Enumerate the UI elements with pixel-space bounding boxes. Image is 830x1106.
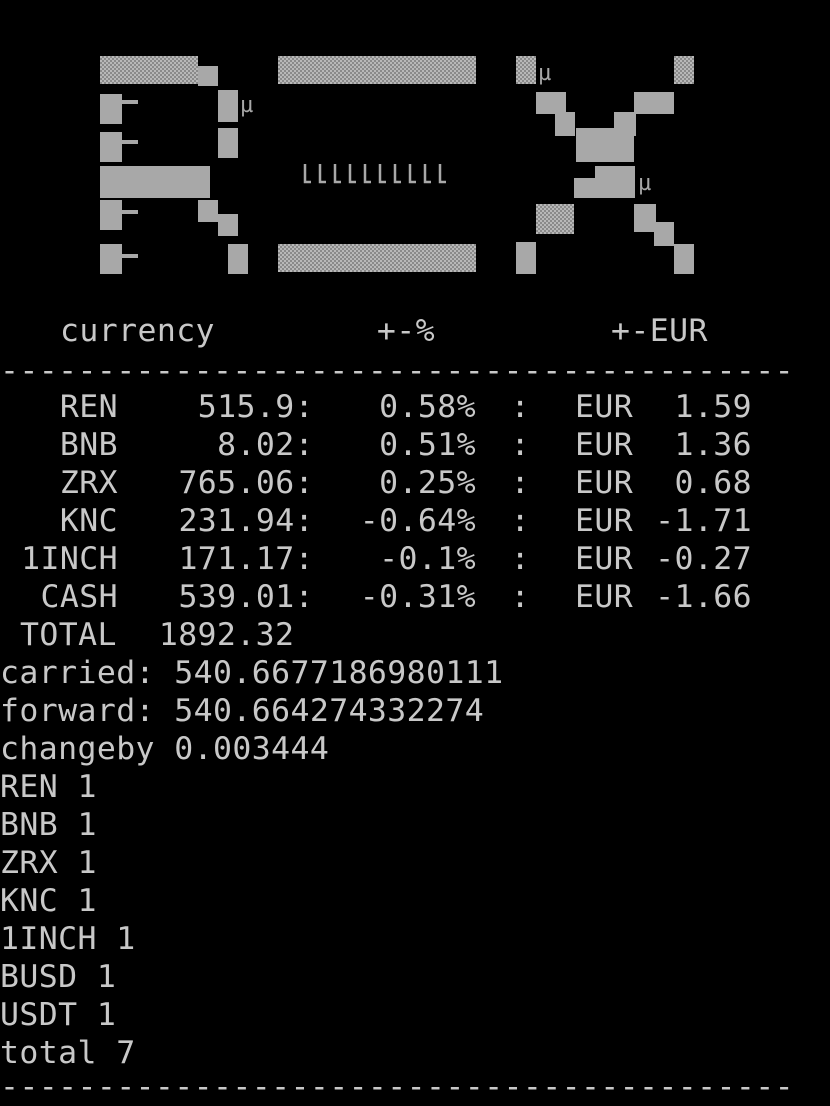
log-line: changeby 0.003444 xyxy=(0,731,330,767)
eur-currency-label: EUR xyxy=(575,427,634,463)
table-row: REN 515.9: 0.58%: EUR 1.59 xyxy=(0,388,830,426)
log-line: carried: 540.6677186980111 xyxy=(0,655,504,691)
percent-change: -0.64% xyxy=(359,503,476,539)
currency-amount: 539.01: xyxy=(178,579,314,615)
currency-symbol: 1INCH xyxy=(21,541,118,577)
percent-change: -0.31% xyxy=(359,579,476,615)
svg-text:µ: µ xyxy=(240,93,253,118)
total-row: TOTAL 1892.32 xyxy=(0,616,294,654)
eur-change: -0.27 xyxy=(655,541,752,577)
percent-change: 0.58% xyxy=(379,389,476,425)
separator-line-bottom: ----------------------------------------… xyxy=(0,1069,794,1105)
currency-amount: 515.9: xyxy=(197,389,314,425)
log-line: BNB 1 xyxy=(0,807,97,843)
eur-change: -1.66 xyxy=(655,579,752,615)
equals-shape xyxy=(278,56,476,272)
eur-change: -1.71 xyxy=(655,503,752,539)
eur-change: 0.68 xyxy=(674,465,752,501)
log-line: USDT 1 xyxy=(0,997,117,1033)
column-header-eur: +-EUR xyxy=(611,313,708,349)
log-line: 1INCH 1 xyxy=(0,921,136,957)
percent-change: 0.25% xyxy=(379,465,476,501)
svg-text:µ: µ xyxy=(538,61,551,86)
percent-change: -0.1% xyxy=(379,541,476,577)
currency-symbol: REN xyxy=(59,389,118,425)
terminal-window: µ µ µ currency +-% +-EUR -----------------… xyxy=(0,0,830,1105)
eur-currency-label: EUR xyxy=(575,389,634,425)
table-row: ZRX 765.06: 0.25%: EUR 0.68 xyxy=(0,464,830,502)
log-line: KNC 1 xyxy=(0,883,97,919)
currency-symbol: ZRX xyxy=(59,465,118,501)
table-row: KNC 231.94: -0.64%: EUR -1.71 xyxy=(0,502,830,540)
total-label: TOTAL xyxy=(20,617,117,653)
log-line: REN 1 xyxy=(0,769,97,805)
svg-text:µ: µ xyxy=(638,171,651,196)
currency-amount: 765.06: xyxy=(178,465,314,501)
column-separator: : xyxy=(510,465,530,501)
table-row: BNB 8.02: 0.51%: EUR 1.36 xyxy=(0,426,830,464)
ascii-logo-graphic: µ µ µ xyxy=(100,56,694,274)
column-separator: : xyxy=(510,579,530,615)
total-value: 1892.32 xyxy=(158,617,295,653)
letter-x-shape xyxy=(516,56,694,274)
column-separator: : xyxy=(510,541,530,577)
table-row: 1INCH 171.17: -0.1%: EUR -0.27 xyxy=(0,540,830,578)
eur-change: 1.36 xyxy=(674,427,752,463)
currency-symbol: CASH xyxy=(40,579,118,615)
eur-currency-label: EUR xyxy=(575,503,634,539)
currency-amount: 171.17: xyxy=(178,541,314,577)
log-line: total 7 xyxy=(0,1035,136,1071)
currency-amount: 231.94: xyxy=(178,503,314,539)
eur-currency-label: EUR xyxy=(575,465,634,501)
table-row: CASH 539.01: -0.31%: EUR -1.66 xyxy=(0,578,830,616)
ascii-art-logo: µ µ µ xyxy=(0,0,830,300)
eur-change: 1.59 xyxy=(674,389,752,425)
letter-r-shape xyxy=(100,56,248,274)
column-separator: : xyxy=(510,389,530,425)
currency-amount: 8.02: xyxy=(217,427,314,463)
currency-symbol: BNB xyxy=(59,427,118,463)
column-header-currency: currency xyxy=(60,313,215,349)
log-line: forward: 540.664274332274 xyxy=(0,693,485,729)
log-line: ZRX 1 xyxy=(0,845,97,881)
log-line: BUSD 1 xyxy=(0,959,117,995)
eur-currency-label: EUR xyxy=(575,541,634,577)
percent-change: 0.51% xyxy=(379,427,476,463)
column-header-percent: +-% xyxy=(376,313,436,349)
column-separator: : xyxy=(510,503,530,539)
currency-symbol: KNC xyxy=(59,503,118,539)
eur-currency-label: EUR xyxy=(575,579,634,615)
column-separator: : xyxy=(510,427,530,463)
table-header: currency +-% +-EUR xyxy=(0,312,708,350)
separator-line: ----------------------------------------… xyxy=(0,353,794,389)
